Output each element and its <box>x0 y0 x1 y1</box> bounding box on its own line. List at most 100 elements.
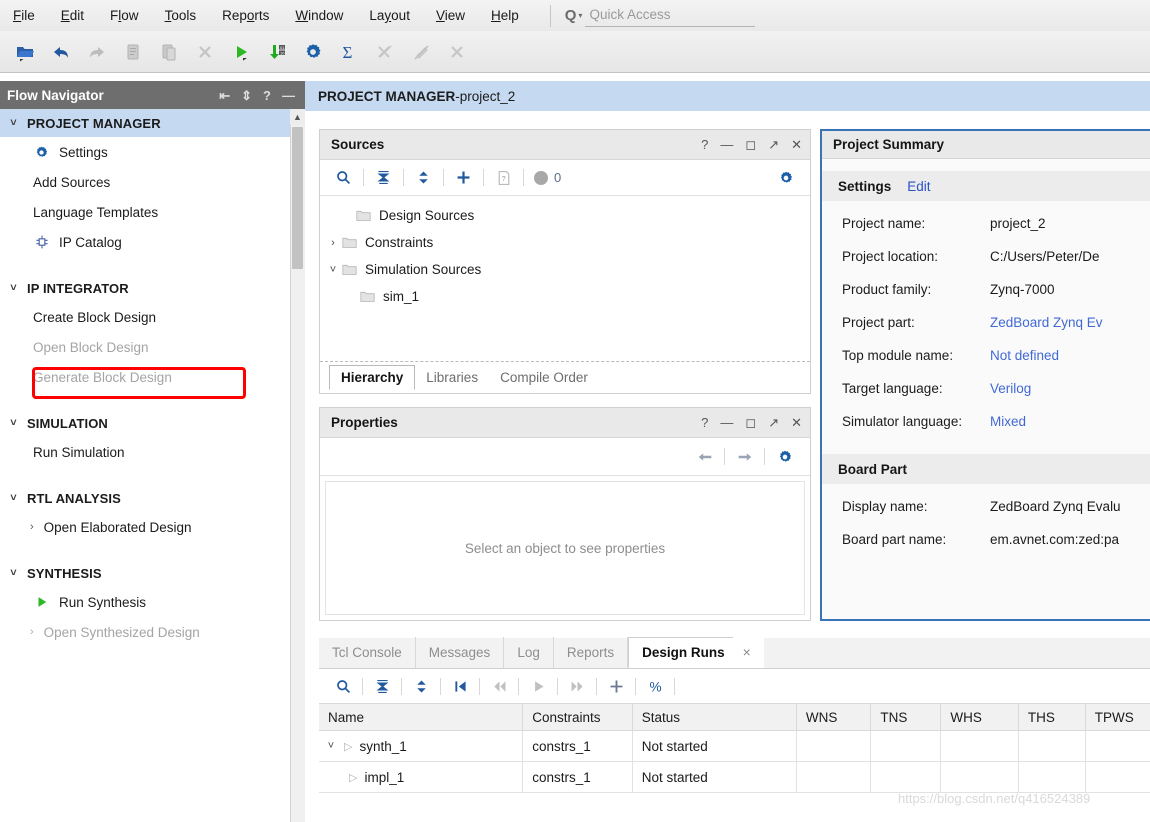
run-triangle-icon[interactable]: ▷ <box>344 740 352 753</box>
summary-section-board-part-header: Board Part <box>822 454 1150 484</box>
gear-icon[interactable] <box>771 164 800 191</box>
sidebar-scrollbar[interactable]: ▲ <box>290 109 305 822</box>
quick-access-box[interactable]: Q ▾ Quick Access <box>565 7 755 27</box>
nav-group-project-manager[interactable]: ˅ PROJECT MANAGER <box>0 109 305 137</box>
add-sources-icon[interactable] <box>449 164 478 191</box>
open-project-icon[interactable] <box>8 35 42 69</box>
search-icon[interactable] <box>328 672 358 700</box>
nav-group-simulation[interactable]: ˅ SIMULATION <box>0 409 305 437</box>
menu-reports[interactable]: Reports <box>209 5 282 26</box>
percent-icon[interactable]: % <box>640 672 670 700</box>
expand-all-icon[interactable] <box>406 672 436 700</box>
cell-name[interactable]: ▷ impl_1 <box>319 761 524 793</box>
help-icon[interactable]: ? <box>263 89 271 102</box>
back-arrow-icon[interactable] <box>690 443 719 470</box>
expand-all-icon[interactable] <box>409 164 438 191</box>
settings-gear-icon[interactable] <box>296 35 330 69</box>
status-badge[interactable]: 0 <box>529 170 561 185</box>
tree-item-sim-1[interactable]: sim_1 <box>320 283 810 310</box>
tab-reports[interactable]: Reports <box>554 637 629 668</box>
menu-view[interactable]: View <box>423 5 478 26</box>
menu-flow[interactable]: Flow <box>97 5 152 26</box>
col-ths[interactable]: THS <box>1018 703 1086 731</box>
menu-layout[interactable]: Layout <box>356 5 423 26</box>
sidebar-item-language-templates[interactable]: Language Templates <box>0 197 305 227</box>
collapse-all-icon[interactable] <box>369 164 398 191</box>
tab-design-runs[interactable]: Design Runs <box>628 637 733 668</box>
tree-item-simulation-sources[interactable]: ˅ Simulation Sources <box>320 256 810 283</box>
menu-file[interactable]: File <box>0 5 48 26</box>
sidebar-item-run-synthesis[interactable]: Run Synthesis <box>0 587 305 617</box>
col-name[interactable]: Name <box>319 703 524 731</box>
cell-name[interactable]: ˅ ▷ synth_1 <box>319 730 524 762</box>
report-icon[interactable]: 01 10 <box>260 35 294 69</box>
expand-collapse-icon[interactable]: ⇕ <box>241 89 252 102</box>
undo-icon[interactable] <box>44 35 78 69</box>
sidebar-item-add-sources[interactable]: Add Sources <box>0 167 305 197</box>
run-icon[interactable] <box>224 35 258 69</box>
menu-tools[interactable]: Tools <box>152 5 210 26</box>
tab-messages[interactable]: Messages <box>416 637 505 668</box>
tab-compile-order[interactable]: Compile Order <box>489 366 599 389</box>
add-icon[interactable] <box>601 672 631 700</box>
nav-group-ip-integrator[interactable]: ˅ IP INTEGRATOR <box>0 274 305 302</box>
first-icon[interactable] <box>445 672 475 700</box>
tab-hierarchy[interactable]: Hierarchy <box>329 365 416 390</box>
table-row[interactable]: ▷ impl_1 constrs_1 Not started <box>319 761 1150 793</box>
menu-help[interactable]: Help <box>478 5 532 26</box>
menu-window[interactable]: Window <box>282 5 356 26</box>
table-row[interactable]: ˅ ▷ synth_1 constrs_1 Not started <box>319 730 1150 762</box>
sidebar-item-run-simulation[interactable]: Run Simulation <box>0 437 305 467</box>
menu-edit[interactable]: Edit <box>48 5 97 26</box>
tab-tcl-console[interactable]: Tcl Console <box>319 637 416 668</box>
close-icon[interactable]: ✕ <box>791 137 802 153</box>
row-value[interactable]: ZedBoard Zynq Ev <box>990 315 1103 330</box>
minimize-icon[interactable]: — <box>720 137 733 152</box>
sidebar-item-create-block-design[interactable]: Create Block Design <box>0 302 305 332</box>
maximize-icon[interactable]: ◻ <box>745 415 756 431</box>
col-whs[interactable]: WHS <box>940 703 1019 731</box>
edit-settings-link[interactable]: Edit <box>907 179 930 194</box>
gear-icon[interactable] <box>770 443 799 470</box>
col-tns[interactable]: TNS <box>870 703 942 731</box>
row-value[interactable]: Mixed <box>990 414 1026 429</box>
float-icon[interactable]: ↗ <box>768 415 779 431</box>
tree-item-constraints[interactable]: › Constraints <box>320 229 810 256</box>
help-icon[interactable]: ? <box>701 415 708 430</box>
design-runs-toolbar: % <box>319 669 1150 703</box>
nav-group-rtl-analysis[interactable]: ˅ RTL ANALYSIS <box>0 484 305 512</box>
tab-libraries[interactable]: Libraries <box>415 366 489 389</box>
close-icon[interactable]: ✕ <box>791 415 802 431</box>
report-page-icon[interactable]: ? <box>489 164 518 191</box>
run-triangle-icon[interactable]: ▷ <box>349 771 357 784</box>
chevron-right-icon[interactable]: › <box>324 237 342 249</box>
row-value[interactable]: Not defined <box>990 348 1059 363</box>
help-icon[interactable]: ? <box>701 137 708 152</box>
search-icon[interactable] <box>329 164 358 191</box>
close-icon[interactable]: × <box>732 637 764 668</box>
sidebar-item-settings[interactable]: Settings <box>0 137 305 167</box>
collapse-all-icon[interactable] <box>367 672 397 700</box>
minimize-icon[interactable]: — <box>282 89 295 102</box>
sidebar-item-ip-catalog[interactable]: IP Catalog <box>0 227 305 257</box>
col-constraints[interactable]: Constraints <box>522 703 633 731</box>
chevron-down-icon[interactable]: ˅ <box>325 740 337 752</box>
sidebar-item-open-elaborated-design[interactable]: › Open Elaborated Design <box>0 512 305 542</box>
nav-group-synthesis[interactable]: ˅ SYNTHESIS <box>0 559 305 587</box>
section-heading: Board Part <box>838 461 908 477</box>
minimize-icon[interactable]: — <box>720 415 733 430</box>
float-icon[interactable]: ↗ <box>768 137 779 153</box>
tree-item-design-sources[interactable]: Design Sources <box>320 202 810 229</box>
collapse-all-icon[interactable]: ⇤ <box>219 89 230 102</box>
forward-arrow-icon[interactable] <box>730 443 759 470</box>
maximize-icon[interactable]: ◻ <box>745 137 756 153</box>
chevron-down-icon[interactable]: ˅ <box>324 264 342 276</box>
col-tpws[interactable]: TPWS <box>1085 703 1150 731</box>
col-status[interactable]: Status <box>632 703 797 731</box>
sum-sigma-icon[interactable]: Σ <box>332 35 366 69</box>
scroll-up-icon[interactable]: ▲ <box>290 109 305 125</box>
row-value[interactable]: Verilog <box>990 381 1031 396</box>
tab-log[interactable]: Log <box>504 637 554 668</box>
scrollbar-thumb[interactable] <box>292 127 303 269</box>
col-wns[interactable]: WNS <box>796 703 872 731</box>
